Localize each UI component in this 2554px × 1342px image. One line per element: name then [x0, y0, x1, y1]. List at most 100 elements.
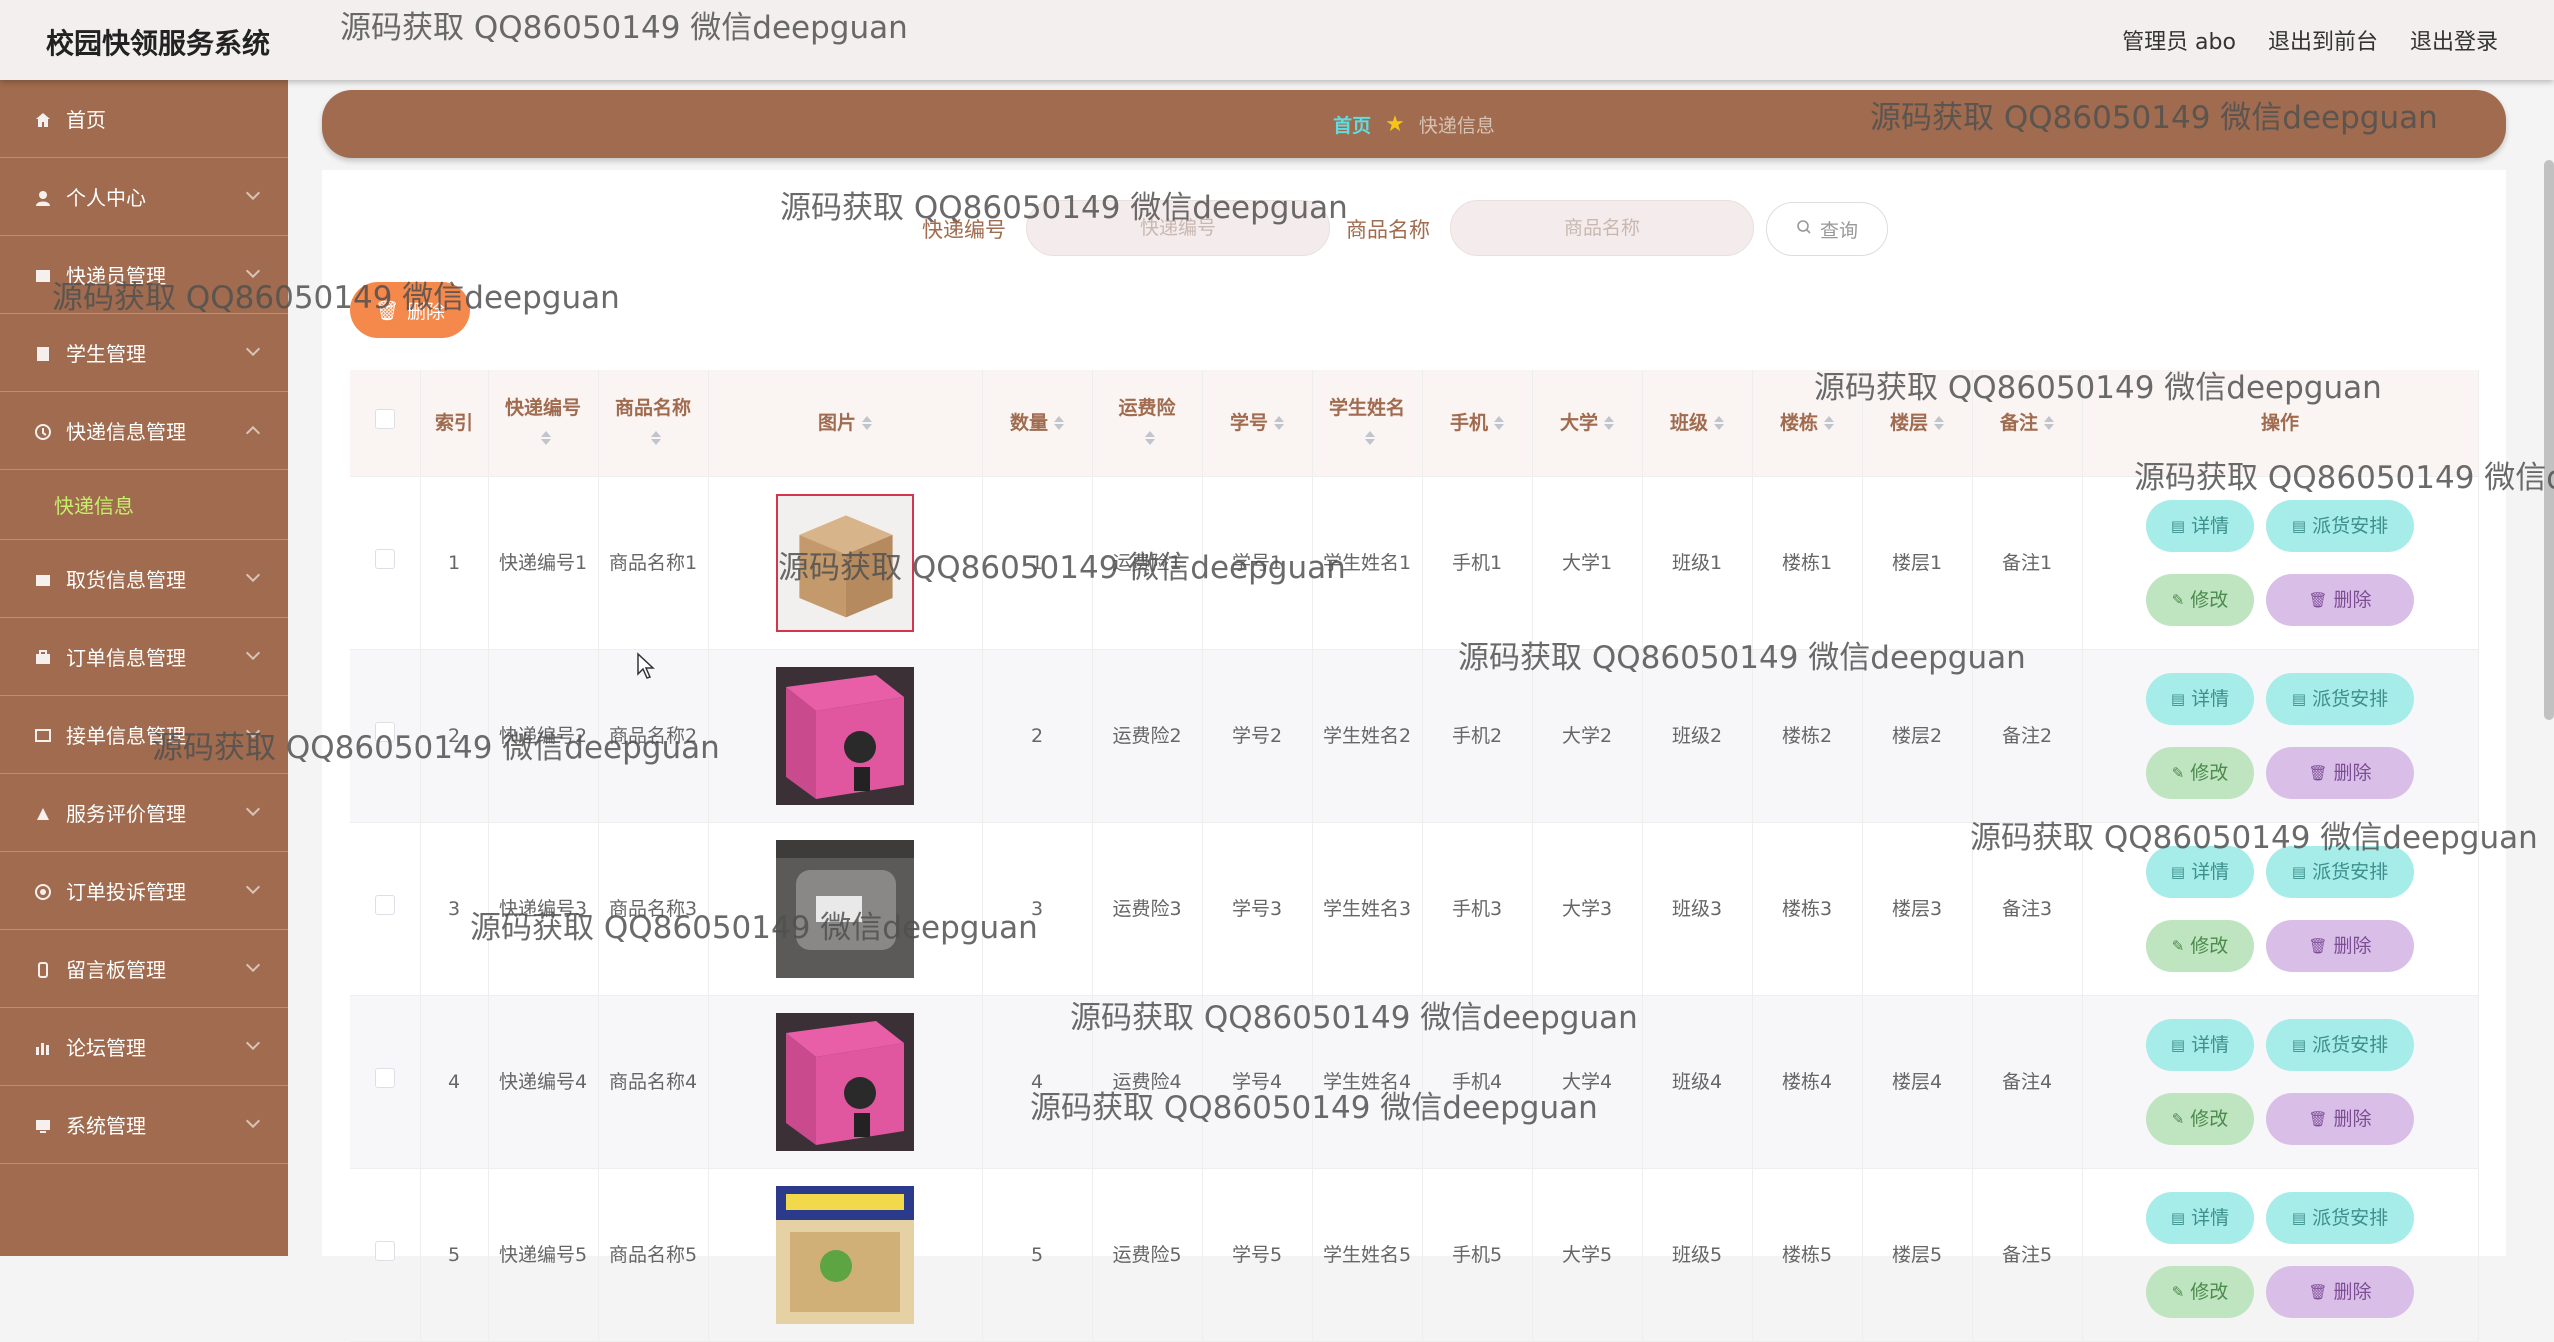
sort-icon[interactable]: [862, 416, 872, 431]
sidebar-item-express-mgmt[interactable]: 快递信息管理: [0, 392, 288, 470]
header-floor[interactable]: 楼层: [1862, 370, 1973, 477]
sidebar-item-rating[interactable]: 服务评价管理: [0, 774, 288, 852]
header-qty[interactable]: 数量: [982, 370, 1093, 477]
sort-icon[interactable]: [1604, 416, 1614, 431]
table-row[interactable]: 4 快递编号4 商品名称4 4 运费险4 学号4 学生姓名4 手机4 大学4 班级4 楼栋4 楼层4 备…: [350, 995, 2479, 1169]
row-checkbox[interactable]: [374, 548, 395, 569]
sidebar-subitem-express-info[interactable]: 快递信息: [0, 470, 288, 540]
header-code[interactable]: 快递编号: [488, 370, 599, 477]
header-phone[interactable]: 手机: [1422, 370, 1533, 477]
package-image[interactable]: [776, 1185, 914, 1324]
edit-button[interactable]: ✎ 修改: [2146, 919, 2254, 972]
cell-bld: 楼栋1: [1752, 476, 1863, 650]
assign-button[interactable]: ▤ 派货安排: [2266, 1191, 2414, 1244]
sort-icon[interactable]: [1145, 431, 1155, 446]
header-select-all[interactable]: [350, 370, 421, 477]
assign-button[interactable]: ▤ 派货安排: [2266, 672, 2414, 725]
delete-button[interactable]: 🗑 删除: [2266, 1092, 2414, 1145]
edit-button[interactable]: ✎ 修改: [2146, 1265, 2254, 1318]
delete-button[interactable]: 🗑 删除: [2266, 573, 2414, 626]
package-image[interactable]: [776, 1012, 914, 1151]
package-image[interactable]: [776, 666, 914, 805]
row-select-cell[interactable]: [350, 1168, 421, 1342]
logout-link[interactable]: 退出登录: [2410, 24, 2498, 56]
detail-button[interactable]: ▤ 详情: [2146, 499, 2254, 552]
header-student-name[interactable]: 学生姓名: [1312, 370, 1423, 477]
edit-button[interactable]: ✎ 修改: [2146, 573, 2254, 626]
sort-icon[interactable]: [1934, 416, 1944, 431]
row-select-cell[interactable]: [350, 822, 421, 996]
sidebar-item-label: 订单信息管理: [66, 646, 186, 670]
edit-button[interactable]: ✎ 修改: [2146, 746, 2254, 799]
package-image[interactable]: [776, 493, 914, 632]
detail-button[interactable]: ▤ 详情: [2146, 1191, 2254, 1244]
document-icon: ▤: [2291, 1208, 2307, 1227]
pickup-icon: [34, 570, 52, 588]
row-checkbox[interactable]: [374, 894, 395, 915]
header-insurance[interactable]: 运费险: [1092, 370, 1203, 477]
search-button[interactable]: 查询: [1766, 202, 1888, 256]
select-all-checkbox[interactable]: [374, 408, 395, 429]
header-name[interactable]: 商品名称: [598, 370, 709, 477]
sidebar-item-pickup[interactable]: 取货信息管理: [0, 540, 288, 618]
header-building[interactable]: 楼栋: [1752, 370, 1863, 477]
batch-delete-button[interactable]: 🗑 删除: [350, 282, 470, 338]
sidebar-item-personal[interactable]: 个人中心: [0, 158, 288, 236]
cell-qty: 5: [982, 1168, 1093, 1342]
sidebar-item-complaint[interactable]: 订单投诉管理: [0, 852, 288, 930]
assign-button[interactable]: ▤ 派货安排: [2266, 499, 2414, 552]
sidebar-item-home[interactable]: 首页: [0, 80, 288, 158]
sort-icon[interactable]: [1494, 416, 1504, 431]
row-select-cell[interactable]: [350, 476, 421, 650]
detail-button[interactable]: ▤ 详情: [2146, 1018, 2254, 1071]
sidebar-item-accept[interactable]: 接单信息管理: [0, 696, 288, 774]
search-input-code[interactable]: 快递编号: [1026, 200, 1330, 256]
edit-button[interactable]: ✎ 修改: [2146, 1092, 2254, 1145]
row-select-cell[interactable]: [350, 649, 421, 823]
cell-sname: 学生姓名1: [1312, 476, 1423, 650]
header-class[interactable]: 班级: [1642, 370, 1753, 477]
table-row[interactable]: 5 快递编号5 商品名称5 5 运费险5 学号5 学生姓名5 手机5 大学5 班级5 楼栋5 楼层5 备…: [350, 1168, 2479, 1342]
table-row[interactable]: 1 快递编号1 商品名称1 1 运费险1 学号1 学生姓名1 手机1 大学1 班级1 楼栋1 楼层1 备…: [350, 476, 2479, 650]
delete-button[interactable]: 🗑 删除: [2266, 1265, 2414, 1318]
detail-button[interactable]: ▤ 详情: [2146, 672, 2254, 725]
search-input-name[interactable]: 商品名称: [1450, 200, 1754, 256]
detail-button[interactable]: ▤ 详情: [2146, 845, 2254, 898]
sort-icon[interactable]: [541, 431, 551, 446]
sort-icon[interactable]: [651, 431, 661, 446]
table-row[interactable]: 2 快递编号2 商品名称2 2 运费险2 学号2 学生姓名2 手机2 大学2 班级2 楼栋2 楼层2 备…: [350, 649, 2479, 823]
sidebar-item-order[interactable]: 订单信息管理: [0, 618, 288, 696]
sidebar-item-student[interactable]: 学生管理: [0, 314, 288, 392]
package-image[interactable]: [776, 839, 914, 978]
table-row[interactable]: 3 快递编号3 商品名称3 3 运费险3 学号3 学生姓名3 手机3 大学3 班级3 楼栋3 楼层3 备…: [350, 822, 2479, 996]
exit-to-front-link[interactable]: 退出到前台: [2268, 24, 2378, 56]
row-checkbox[interactable]: [374, 721, 395, 742]
header-student-id[interactable]: 学号: [1202, 370, 1313, 477]
sidebar-item-courier[interactable]: 快递员管理: [0, 236, 288, 314]
breadcrumb-home[interactable]: 首页: [1333, 111, 1371, 138]
assign-button[interactable]: ▤ 派货安排: [2266, 1018, 2414, 1071]
sort-icon[interactable]: [1054, 416, 1064, 431]
header-image[interactable]: 图片: [708, 370, 983, 477]
sort-icon[interactable]: [1824, 416, 1834, 431]
sort-icon[interactable]: [1274, 416, 1284, 431]
header-university[interactable]: 大学: [1532, 370, 1643, 477]
sidebar-item-system[interactable]: 系统管理: [0, 1086, 288, 1164]
admin-user-link[interactable]: 管理员 abo: [2122, 24, 2236, 56]
sort-icon[interactable]: [2044, 416, 2054, 431]
sidebar-item-forum[interactable]: 论坛管理: [0, 1008, 288, 1086]
assign-button[interactable]: ▤ 派货安排: [2266, 845, 2414, 898]
delete-button[interactable]: 🗑 删除: [2266, 919, 2414, 972]
vertical-scrollbar[interactable]: [2544, 160, 2554, 720]
cell-note: 备注5: [1972, 1168, 2083, 1342]
sort-icon[interactable]: [1714, 416, 1724, 431]
row-checkbox[interactable]: [374, 1067, 395, 1088]
cell-image: [708, 822, 983, 996]
sort-icon[interactable]: [1365, 431, 1375, 446]
row-checkbox[interactable]: [374, 1240, 395, 1261]
header-note[interactable]: 备注: [1972, 370, 2083, 477]
cell-code: 快递编号4: [488, 995, 599, 1169]
sidebar-item-message[interactable]: 留言板管理: [0, 930, 288, 1008]
delete-button[interactable]: 🗑 删除: [2266, 746, 2414, 799]
row-select-cell[interactable]: [350, 995, 421, 1169]
